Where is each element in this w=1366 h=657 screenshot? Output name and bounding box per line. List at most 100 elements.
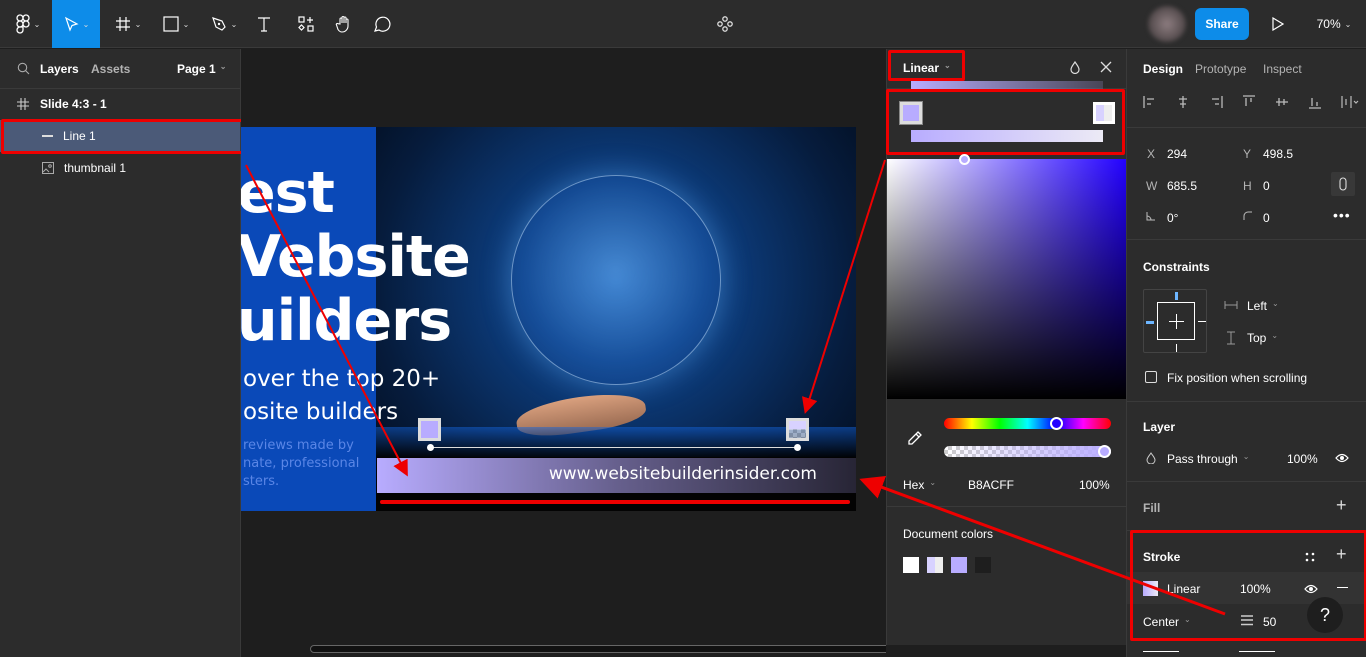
align-vertical-center-icon[interactable] [1275, 95, 1289, 109]
comment-icon [374, 16, 391, 32]
canvas[interactable]: est Vebsite uilders over the top 20+ osi… [241, 49, 886, 657]
figma-logo-icon [15, 14, 30, 34]
gradient-handle-start[interactable] [427, 444, 434, 451]
alignment-toolbar [1143, 95, 1359, 109]
pen-tool-button[interactable]: ⌄ [204, 0, 244, 48]
components-button[interactable] [713, 0, 737, 48]
text-icon [258, 17, 270, 32]
page-selector[interactable]: Page 1 ⌄ [177, 62, 226, 76]
eyedropper-icon[interactable] [907, 430, 923, 446]
color-format-dropdown[interactable]: Hex ⌄ [903, 478, 936, 492]
x-input[interactable]: 294 [1167, 147, 1187, 161]
move-tool-button[interactable]: ⌄ [52, 0, 100, 48]
chevron-down-icon: ⌄ [1272, 299, 1279, 308]
gradient-stop-end[interactable] [786, 418, 809, 441]
align-bottom-icon[interactable] [1308, 95, 1322, 109]
tab-design[interactable]: Design [1143, 62, 1183, 76]
align-top-icon[interactable] [1242, 95, 1256, 109]
align-left-icon[interactable] [1143, 95, 1157, 109]
pen-icon [211, 17, 226, 31]
y-input[interactable]: 498.5 [1263, 147, 1293, 161]
stroke-cap-end[interactable] [1239, 651, 1275, 652]
vertical-constraint-value: Top [1247, 331, 1267, 345]
swatch-white[interactable] [903, 557, 919, 573]
close-icon[interactable] [1100, 61, 1112, 73]
eye-icon[interactable] [1335, 453, 1349, 463]
tab-prototype[interactable]: Prototype [1195, 62, 1246, 76]
divider [1127, 127, 1366, 128]
constrain-proportions-button[interactable] [1331, 172, 1355, 196]
comment-tool-button[interactable] [370, 0, 394, 48]
constraint-right[interactable] [1198, 321, 1206, 322]
swatch-dark[interactable] [975, 557, 991, 573]
opacity-slider-thumb[interactable] [1098, 445, 1111, 458]
saturation-brightness-area[interactable] [887, 159, 1127, 399]
divider [887, 506, 1127, 507]
color-opacity-input[interactable]: 100% [1079, 478, 1110, 492]
horizontal-constraint-dropdown[interactable]: Left ⌄ [1247, 299, 1279, 313]
image-icon [42, 162, 54, 174]
blend-mode-dropdown[interactable]: Pass through ⌄ [1167, 452, 1249, 466]
h-input[interactable]: 0 [1263, 179, 1270, 193]
share-button[interactable]: Share [1195, 8, 1249, 40]
chevron-down-icon: ⌄ [929, 478, 937, 487]
small-text-line: sters. [243, 474, 280, 489]
layer-row-image[interactable]: thumbnail 1 [0, 152, 240, 184]
main-menu-button[interactable]: ⌄ [4, 0, 52, 48]
gradient-stop-start[interactable] [418, 418, 441, 441]
slide-thumbnail[interactable]: est Vebsite uilders over the top 20+ osi… [241, 127, 856, 511]
blend-drop-icon[interactable] [1070, 61, 1080, 74]
shape-tool-button[interactable]: ⌄ [156, 0, 196, 48]
resources-button[interactable] [294, 0, 318, 48]
zoom-dropdown[interactable]: 70% ⌄ [1306, 0, 1362, 48]
hue-slider[interactable] [944, 418, 1111, 429]
stroke-cap-start[interactable] [1143, 651, 1179, 652]
h-label: H [1243, 179, 1252, 193]
layer-opacity-input[interactable]: 100% [1287, 452, 1318, 466]
align-right-icon[interactable] [1209, 95, 1223, 109]
rectangle-icon [163, 16, 179, 32]
present-button[interactable] [1266, 0, 1290, 48]
constraint-left-active[interactable] [1146, 321, 1154, 324]
tab-layers[interactable]: Layers [40, 62, 79, 76]
rotation-input[interactable]: 0° [1167, 211, 1178, 225]
add-fill-button[interactable]: + [1336, 495, 1347, 516]
corner-radius-input[interactable]: 0 [1263, 211, 1270, 225]
divider [1127, 401, 1366, 402]
hex-input[interactable]: B8ACFF [968, 478, 1014, 492]
frame-tool-button[interactable]: ⌄ [108, 0, 148, 48]
swatch-lavender[interactable] [951, 557, 967, 573]
distribute-icon[interactable] [1341, 95, 1359, 109]
search-icon[interactable] [17, 62, 30, 75]
horizontal-scrollbar[interactable] [310, 645, 886, 653]
hand-icon [335, 15, 349, 33]
fix-position-label: Fix position when scrolling [1167, 371, 1308, 385]
slide-headline: est Vebsite uilders [241, 161, 471, 354]
constraint-top-active[interactable] [1175, 292, 1178, 300]
w-input[interactable]: 685.5 [1167, 179, 1197, 193]
color-selector-handle[interactable] [959, 154, 970, 165]
swatch-gradient[interactable] [927, 557, 943, 573]
layer-row-frame[interactable]: Slide 4:3 - 1 [0, 88, 240, 120]
fix-position-checkbox[interactable] [1145, 371, 1157, 383]
opacity-slider[interactable] [944, 446, 1111, 457]
avatar[interactable] [1148, 6, 1186, 42]
align-horizontal-center-icon[interactable] [1176, 95, 1190, 109]
constraint-bottom[interactable] [1176, 344, 1177, 352]
layer-label: Slide 4:3 - 1 [40, 97, 107, 111]
tab-assets[interactable]: Assets [91, 62, 130, 76]
subheadline-line: osite builders [243, 399, 399, 425]
zoom-level: 70% [1316, 17, 1341, 31]
more-options-icon[interactable]: ••• [1333, 207, 1351, 223]
hand-tool-button[interactable] [332, 0, 356, 48]
constraints-widget[interactable] [1143, 289, 1207, 353]
hue-slider-thumb[interactable] [1050, 417, 1063, 430]
play-icon [1272, 17, 1284, 31]
tab-inspect[interactable]: Inspect [1263, 62, 1302, 76]
vertical-constraint-dropdown[interactable]: Top ⌄ [1247, 331, 1278, 345]
gradient-handle-end[interactable] [794, 444, 801, 451]
text-tool-button[interactable] [252, 0, 276, 48]
headline-line: uilders [241, 288, 452, 354]
photo-bottom-glow [376, 427, 856, 457]
highlight-box [888, 50, 965, 81]
